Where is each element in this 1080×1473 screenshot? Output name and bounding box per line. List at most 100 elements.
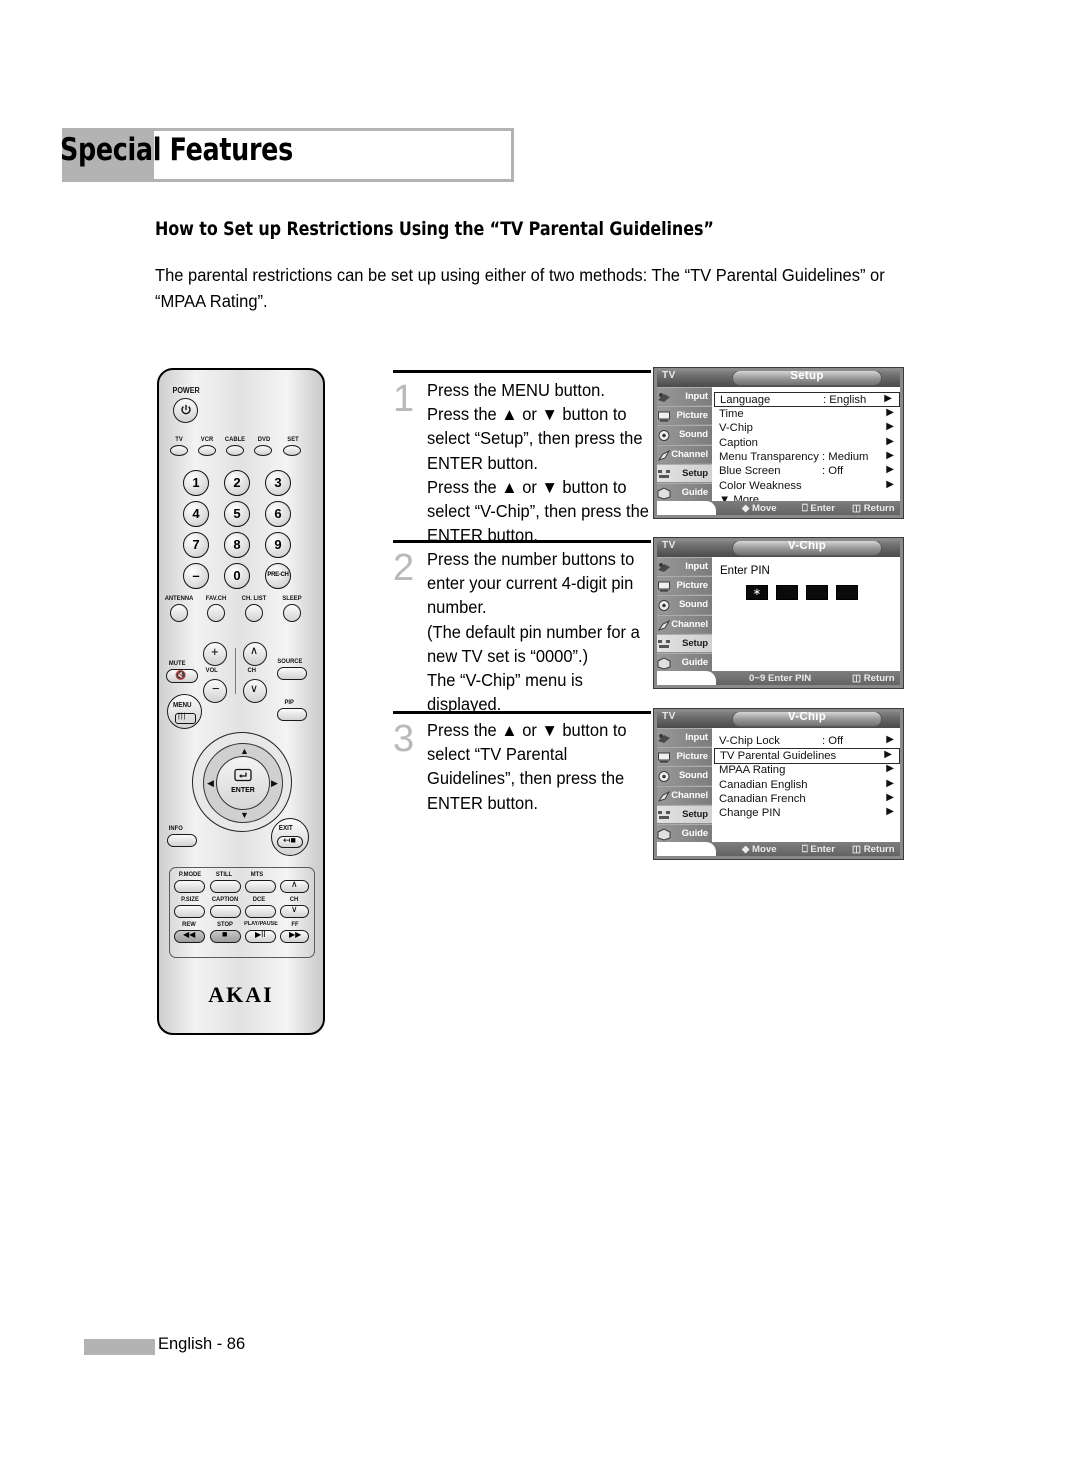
- osd-sidebar-item-setup[interactable]: Setup: [654, 463, 712, 483]
- still-label: STILL: [215, 871, 233, 878]
- number-button-4: 4: [183, 501, 209, 527]
- source-button: [277, 667, 307, 680]
- step-3: 3 Press the ▲ or ▼ button to select “TV …: [393, 718, 655, 828]
- osd-sidebar-item-picture[interactable]: Picture: [654, 406, 712, 426]
- osd-title: V-Chip: [787, 711, 827, 723]
- chevron-up-icon: ∧: [250, 645, 259, 657]
- osd-sidebar-item-setup[interactable]: Setup: [654, 633, 712, 653]
- osd-sidebar-label: Guide: [681, 486, 709, 498]
- pin-box-4[interactable]: [836, 585, 858, 600]
- osd-sidebar-item-channel[interactable]: Channel: [654, 614, 712, 634]
- osd-sidebar-item-picture[interactable]: Picture: [654, 747, 712, 767]
- device-button-cable: [226, 445, 244, 456]
- osd-sidebar-item-sound[interactable]: Sound: [654, 766, 712, 786]
- osd-sidebar-item-setup[interactable]: Setup: [654, 804, 712, 824]
- osd-sidebar-item-input[interactable]: Input: [654, 387, 712, 407]
- step-2: 2 Press the number buttons to enter your…: [393, 547, 655, 714]
- osd-row-label: Color Weakness: [719, 479, 802, 492]
- number-button-dash: –: [183, 563, 209, 589]
- channel-up-button: ∧: [243, 642, 267, 666]
- osd-sidebar: Input Picture Sound Channel Setup Guide: [654, 728, 712, 859]
- osd-menu-item-caption[interactable]: Caption ▶: [712, 436, 903, 450]
- osd-row-value: : Medium: [822, 451, 869, 464]
- cluster-divider: [235, 648, 236, 694]
- osd-sidebar-item-channel[interactable]: Channel: [654, 785, 712, 805]
- chevron-down-icon: ∨: [250, 683, 259, 695]
- channel-down-button: ∨: [243, 679, 267, 703]
- pin-box-3[interactable]: [806, 585, 828, 600]
- play-pause-icon: ▶II: [255, 930, 266, 939]
- osd-hint-enter-pin: 0~9 Enter PIN: [749, 673, 812, 684]
- chevron-right-icon: ▶: [886, 464, 894, 476]
- pin-box-1[interactable]: ∗: [746, 585, 768, 600]
- number-button-9: 9: [265, 532, 291, 558]
- pin-box-2[interactable]: [776, 585, 798, 600]
- osd-bottom-hintbar: ◆ Move ⎕ Enter ◫ Return: [654, 501, 903, 518]
- pip-label: PIP: [284, 699, 294, 706]
- osd-row-value: : Off: [822, 465, 844, 478]
- osd-menu-item-canadian-french[interactable]: Canadian French ▶: [712, 792, 903, 807]
- sleep-label: SLEEP: [282, 595, 302, 602]
- osd-bottom-notch: [654, 671, 716, 688]
- osd-sidebar-item-guide[interactable]: Guide: [654, 652, 712, 673]
- osd-sidebar-item-input[interactable]: Input: [654, 728, 712, 748]
- osd-sidebar-item-picture[interactable]: Picture: [654, 576, 712, 596]
- chlist-label: CH. LIST: [241, 595, 267, 602]
- picture-icon: [658, 411, 670, 422]
- picture-icon: [658, 581, 670, 592]
- device-label-set: SET: [287, 436, 299, 443]
- osd-menu-item-mpaa-rating[interactable]: MPAA Rating ▶: [712, 763, 903, 778]
- osd-menu-item-canadian-english[interactable]: Canadian English ▶: [712, 778, 903, 792]
- osd-sidebar-item-sound[interactable]: Sound: [654, 425, 712, 445]
- osd-menu-item-time[interactable]: Time ▶: [712, 407, 903, 421]
- osd-sidebar-item-guide[interactable]: Guide: [654, 823, 712, 844]
- osd-menu-item-language[interactable]: Language : English ▶: [714, 392, 900, 408]
- osd-body: V-Chip Lock : Off ▶ TV Parental Guidelin…: [712, 728, 903, 859]
- osd-row-label: Canadian French: [719, 793, 806, 806]
- osd-sidebar: Input Picture Sound Channel Setup Guide: [654, 387, 712, 518]
- osd-hint-enter: ⎕ Enter: [802, 844, 835, 855]
- playpause-label: PLAY/PAUSE: [244, 921, 278, 927]
- osd-menu-item-vchip[interactable]: V-Chip ▶: [712, 421, 903, 436]
- osd-source-label: TV: [662, 711, 676, 722]
- dpad: ENTER ▲ ▼ ◀ ▶: [192, 732, 292, 832]
- osd-menu-item-menu-transparency[interactable]: Menu Transparency : Medium ▶: [712, 450, 903, 465]
- chevron-down-icon: ∨: [291, 904, 298, 914]
- step-divider-2: [393, 540, 651, 543]
- osd-menu-item-vchip-lock[interactable]: V-Chip Lock : Off ▶: [712, 734, 903, 748]
- still-button: [210, 880, 241, 893]
- picture-icon: [658, 752, 670, 763]
- osd-sidebar-item-channel[interactable]: Channel: [654, 444, 712, 464]
- osd-bottom-notch: [654, 842, 716, 859]
- stop-label: STOP: [217, 921, 233, 928]
- osd-screen-vchip-menu: TV V-Chip Input Picture Sound Channel Se…: [653, 708, 904, 860]
- chevron-right-icon: ▶: [886, 763, 894, 775]
- setup-icon: [658, 639, 670, 648]
- favch-label: FAV.CH: [205, 595, 227, 602]
- favch-button: [207, 604, 225, 622]
- osd-sidebar-label: Guide: [681, 827, 709, 839]
- osd-menu-item-blue-screen[interactable]: Blue Screen : Off ▶: [712, 464, 903, 479]
- osd-sidebar-label: Picture: [676, 410, 708, 422]
- osd-bottom-notch: [654, 501, 716, 518]
- osd-menu-item-change-pin[interactable]: Change PIN ▶: [712, 806, 903, 821]
- osd-menu-item-tv-parental-guidelines[interactable]: TV Parental Guidelines ▶: [714, 748, 900, 764]
- osd-menu-item-color-weakness[interactable]: Color Weakness ▶: [712, 479, 903, 493]
- osd-sidebar-item-guide[interactable]: Guide: [654, 482, 712, 503]
- device-button-vcr: [198, 445, 216, 456]
- number-button-1: 1: [183, 470, 209, 496]
- osd-row-label: Time: [719, 407, 744, 420]
- osd-sidebar-label: Sound: [678, 770, 708, 782]
- osd-sidebar-item-sound[interactable]: Sound: [654, 595, 712, 615]
- input-icon: [658, 563, 670, 572]
- osd-row-label: Blue Screen: [719, 465, 781, 478]
- osd-row-label: MPAA Rating: [719, 764, 786, 777]
- mute-button: 🔇: [166, 669, 198, 683]
- osd-sidebar-item-input[interactable]: Input: [654, 557, 712, 577]
- osd-hint-return: ◫ Return: [852, 844, 895, 855]
- chevron-right-icon: ▶: [886, 792, 894, 804]
- enter-button: ENTER: [216, 756, 270, 810]
- osd-sidebar-label: Setup: [682, 808, 708, 820]
- channel-icon: [657, 619, 671, 631]
- power-label: POWER: [172, 386, 200, 395]
